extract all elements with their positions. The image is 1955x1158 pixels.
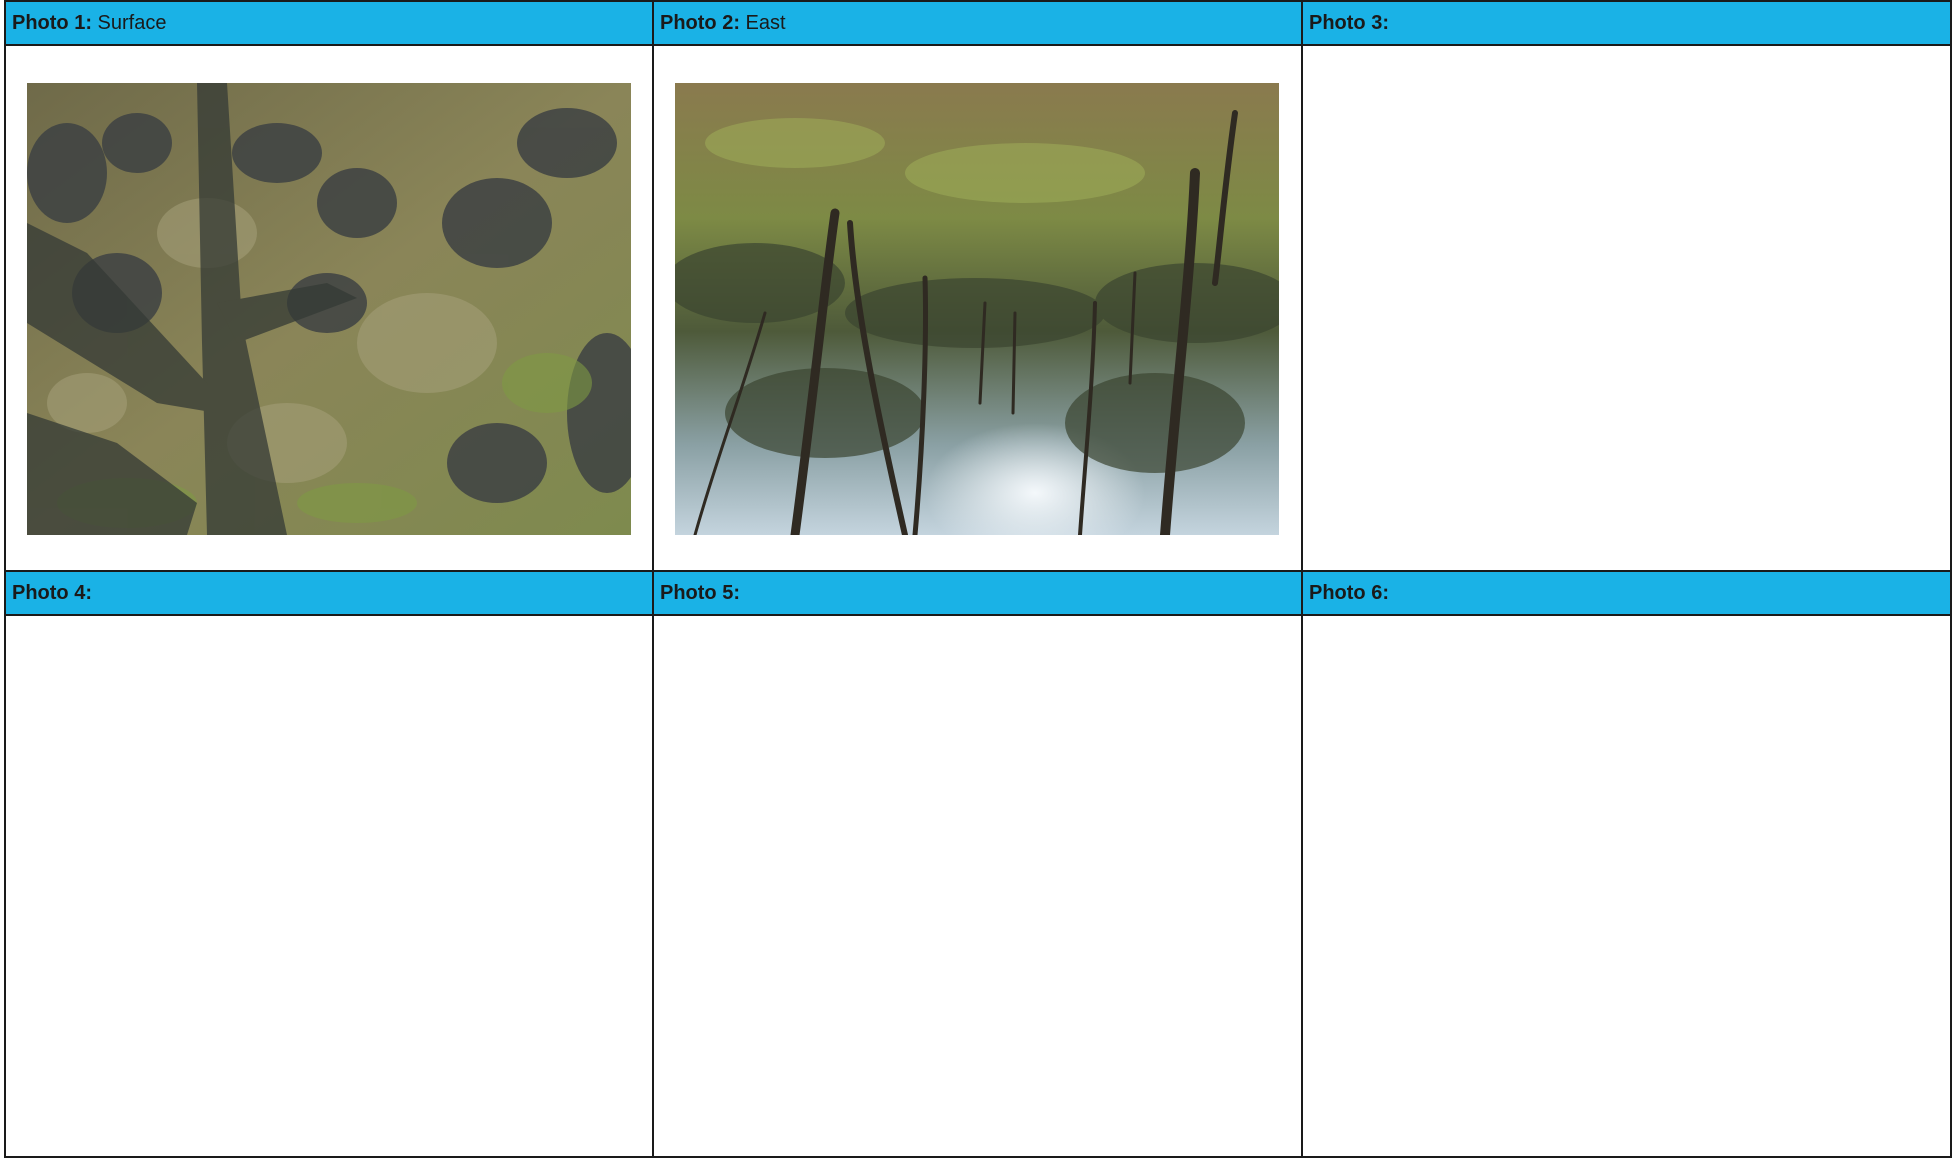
- photo-5-cell: [652, 614, 1303, 1158]
- photo-1-header: Photo 1: Surface: [4, 0, 654, 46]
- header-row-1: Photo 1: Surface Photo 2: East Photo 3:: [4, 0, 1952, 46]
- photo-1-image: [27, 83, 631, 535]
- photo-4-label: Photo 4:: [12, 581, 92, 604]
- photo-6-cell: [1301, 614, 1952, 1158]
- photo-5-header: Photo 5:: [652, 570, 1303, 616]
- photo-4-cell: [4, 614, 654, 1158]
- photo-4-header: Photo 4:: [4, 570, 654, 616]
- photo-3-header: Photo 3:: [1301, 0, 1952, 46]
- photo-2-image: [675, 83, 1279, 535]
- photo-6-header: Photo 6:: [1301, 570, 1952, 616]
- photo-row-1: [4, 44, 1952, 572]
- photo-2-header: Photo 2: East: [652, 0, 1303, 46]
- photo-row-2: [4, 614, 1952, 1158]
- header-row-2: Photo 4: Photo 5: Photo 6:: [4, 570, 1952, 616]
- photo-2-cell: [652, 44, 1303, 572]
- forest-east-image: [675, 83, 1279, 535]
- photo-3-cell: [1301, 44, 1952, 572]
- photo-1-cell: [4, 44, 654, 572]
- photo-2-caption: East: [740, 11, 786, 34]
- photo-grid: Photo 1: Surface Photo 2: East Photo 3:: [4, 0, 1952, 1158]
- photo-2-label: Photo 2:: [660, 11, 740, 34]
- photo-1-label: Photo 1:: [12, 11, 92, 34]
- photo-6-label: Photo 6:: [1309, 581, 1389, 604]
- ground-surface-image: [27, 83, 631, 535]
- photo-5-label: Photo 5:: [660, 581, 740, 604]
- photo-3-label: Photo 3:: [1309, 11, 1389, 34]
- photo-1-caption: Surface: [92, 11, 167, 34]
